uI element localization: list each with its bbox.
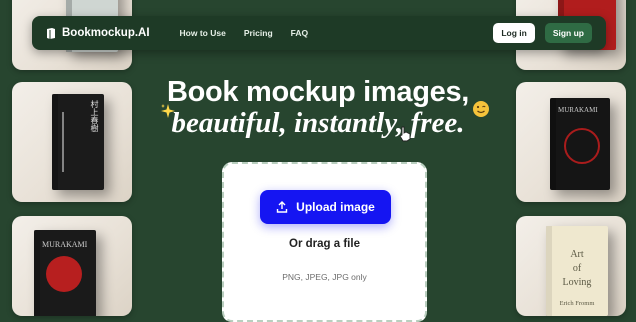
hero-heading: Book mockup images,	[166, 76, 470, 108]
upload-dropzone[interactable]: Upload image Or drag a file PNG, JPEG, J…	[222, 162, 427, 322]
book-cover: Art of Loving Erich Fromm	[546, 226, 608, 316]
nav-links: How to Use Pricing FAQ	[180, 28, 327, 38]
book-mockup-tile: MURAKAMI	[12, 216, 132, 316]
accepted-formats-text: PNG, JPEG, JPG only	[282, 272, 367, 282]
book-author-text: Erich Fromm	[559, 300, 595, 307]
upload-icon	[276, 201, 288, 213]
nav-link-faq[interactable]: FAQ	[291, 28, 308, 38]
smiley-icon	[472, 100, 490, 123]
book-mockup-tile: Art of Loving Erich Fromm	[516, 216, 626, 316]
hero-subheading: beautiful, instantly, free.	[171, 107, 465, 139]
login-button[interactable]: Log in	[493, 23, 535, 43]
sparkle-icon	[160, 103, 176, 124]
upload-image-button[interactable]: Upload image	[260, 190, 391, 224]
pointer-hand-icon	[398, 126, 412, 147]
signup-button[interactable]: Sign up	[544, 23, 592, 43]
upload-button-label: Upload image	[296, 200, 375, 214]
drag-file-text: Or drag a file	[289, 238, 360, 250]
book-logo-icon	[46, 27, 56, 39]
nav-link-pricing[interactable]: Pricing	[244, 28, 273, 38]
book-author-text: MURAKAMI	[42, 240, 88, 249]
brand-logo[interactable]: Bookmockup.AI	[46, 27, 150, 39]
brand-name: Bookmockup.AI	[62, 27, 150, 39]
top-navbar: Bookmockup.AI How to Use Pricing FAQ Log…	[32, 16, 606, 50]
nav-link-how-to-use[interactable]: How to Use	[180, 28, 226, 38]
nav-actions: Log in Sign up	[493, 23, 592, 43]
book-title-text: Art of Loving	[562, 249, 592, 288]
book-cover: MURAKAMI	[34, 230, 96, 316]
